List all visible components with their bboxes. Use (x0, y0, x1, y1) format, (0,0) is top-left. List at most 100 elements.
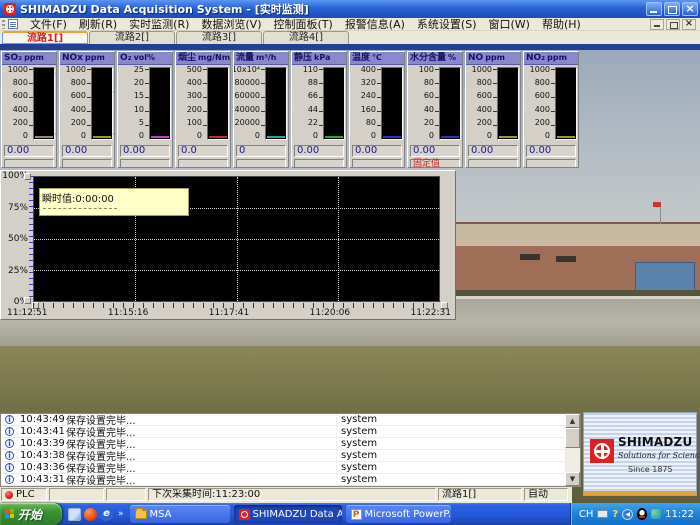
tick-label: 800 (13, 79, 28, 87)
menu-refresh[interactable]: 刷新(R) (73, 18, 123, 31)
menu-help[interactable]: 帮助(H) (536, 18, 587, 31)
gauge-note (236, 159, 286, 168)
plc-status-icon (5, 491, 13, 499)
tab-channel-2[interactable]: 流路2[] (89, 31, 175, 44)
menu-window[interactable]: 窗口(W) (483, 18, 536, 31)
tick-label: 1000 (530, 66, 550, 74)
task-label: SHIMADZU Data Ac... (253, 509, 342, 520)
internet-explorer-icon[interactable] (100, 508, 113, 521)
scroll-thumb[interactable] (565, 428, 580, 448)
messenger-tray-icon[interactable] (651, 509, 661, 519)
gauge-scale: 100806040200 (408, 66, 434, 140)
tick-label: 0 (371, 132, 376, 140)
keyboard-icon[interactable] (597, 510, 608, 518)
gauge-label: 水分含量 (410, 53, 446, 63)
tick-label: 110 (303, 66, 318, 74)
log-time: 10:43:36 (20, 462, 66, 473)
info-icon (5, 427, 14, 436)
system-tray: CH ? 11:22 (570, 503, 700, 525)
gauge-scale: 400320240160800 (350, 66, 376, 140)
child-minimize-button[interactable] (650, 19, 664, 30)
tab-channel-1[interactable]: 流路1[] (2, 31, 88, 44)
axis-handle[interactable] (24, 173, 31, 180)
gauge-bar-fill (35, 136, 53, 138)
tick-label: 20000 (235, 119, 260, 127)
gauge-bar (381, 67, 403, 140)
minimize-button[interactable] (646, 2, 662, 16)
gauge-no2: NO₂ppm 10008006004002000 0.00 (523, 51, 579, 168)
tick-label: 80 (424, 79, 434, 87)
show-desktop-icon[interactable] (68, 508, 81, 521)
series-line-sample (43, 208, 117, 209)
gauge-label: 温度 (352, 53, 370, 63)
hide-icons-chevron-icon[interactable] (622, 509, 633, 520)
start-button[interactable]: 开始 (0, 503, 62, 525)
gauge-note (178, 159, 228, 168)
child-close-button[interactable] (682, 19, 696, 30)
menu-realtime[interactable]: 实时监测(R) (123, 18, 195, 31)
log-scrollbar[interactable]: ▲ ▼ (565, 414, 580, 486)
chevron-expand-icon[interactable]: » (118, 509, 124, 519)
gauge-value: 0.0 (178, 145, 228, 157)
gauge-unit: % (448, 53, 456, 62)
menu-file[interactable]: 文件(F) (24, 18, 73, 31)
tab-channel-4[interactable]: 流路4[] (263, 31, 349, 44)
tick-label: 80 (366, 119, 376, 127)
input-language-indicator[interactable]: CH (579, 509, 594, 520)
tick-label: 200 (187, 106, 202, 114)
log-user: system (336, 450, 426, 461)
tick-label: 0 (23, 132, 28, 140)
start-label: 开始 (18, 506, 42, 523)
gauge-scale: 110886644220 (292, 66, 318, 140)
gauge-header: NOppm (466, 52, 520, 65)
quick-launch-icon[interactable] (84, 508, 97, 521)
gauge-o2: O₂vol% 2520151050 0.00 (117, 51, 173, 168)
menu-system-settings[interactable]: 系统设置(S) (411, 18, 483, 31)
gauge-header: 烟尘mg/Nm³ (176, 52, 230, 65)
scroll-down-icon[interactable]: ▼ (565, 472, 580, 486)
chart-tooltip: 瞬时值:0:00:00 (39, 188, 189, 216)
tab-channel-3[interactable]: 流路3[] (176, 31, 262, 44)
marker-icon (110, 131, 115, 137)
gauge-fixed-note: 固定值 (410, 159, 460, 168)
close-button[interactable] (682, 2, 698, 16)
clock[interactable]: 11:22 (665, 509, 694, 520)
tick-label: 10 (134, 106, 144, 114)
log-row[interactable]: 10:43:31 保存设置完毕... system (1, 474, 580, 486)
menu-data-browse[interactable]: 数据浏览(V) (195, 18, 267, 31)
gauge-bar-fill (209, 136, 227, 138)
menu-bar: 文件(F) 刷新(R) 实时监测(R) 数据浏览(V) 控制面板(T) 报警信息… (0, 18, 700, 31)
gauge-header: NO₂ppm (524, 52, 578, 65)
help-tray-icon[interactable]: ? (612, 509, 618, 520)
trend-chart-panel: 100% 75% 50% 25% 0% 瞬时值:0:00:00 11:12:51… (0, 170, 456, 320)
gauge-unit: m³/h (256, 53, 276, 62)
task-shimadzu[interactable]: SHIMADZU Data Ac... (234, 505, 342, 523)
photo-flag (653, 202, 661, 207)
channel-tabs: 流路1[] 流路2[] 流路3[] 流路4[] (0, 31, 700, 44)
photo-window (556, 256, 576, 262)
plc-status-cell: PLC (1, 488, 47, 501)
tick-label: 60 (424, 92, 434, 100)
tick-label: 200 (71, 119, 86, 127)
tick-label: 0 (545, 132, 550, 140)
toolbar-grip[interactable] (2, 20, 5, 29)
info-icon (5, 451, 14, 460)
tick-label: 40 (424, 106, 434, 114)
tick-label: 100 (187, 119, 202, 127)
tick-label: 600 (71, 92, 86, 100)
task-msa[interactable]: MSA (130, 505, 230, 523)
axis-handle[interactable] (24, 297, 31, 304)
marker-icon (110, 89, 115, 95)
scroll-up-icon[interactable]: ▲ (565, 414, 580, 428)
task-powerpoint[interactable]: Microsoft PowerP... (346, 505, 451, 523)
tick-label: 88 (308, 79, 318, 87)
menu-alarm-info[interactable]: 报警信息(A) (339, 18, 411, 31)
x-axis-label: 11:17:41 (209, 308, 249, 318)
gauge-no: NOppm 10008006004002000 0.00 (465, 51, 521, 168)
child-restore-button[interactable] (666, 19, 680, 30)
gauge-value: 0 (236, 145, 286, 157)
menu-control-panel[interactable]: 控制面板(T) (268, 18, 339, 31)
qq-tray-icon[interactable] (637, 508, 647, 520)
restore-button[interactable] (664, 2, 680, 16)
gridline (237, 177, 238, 301)
